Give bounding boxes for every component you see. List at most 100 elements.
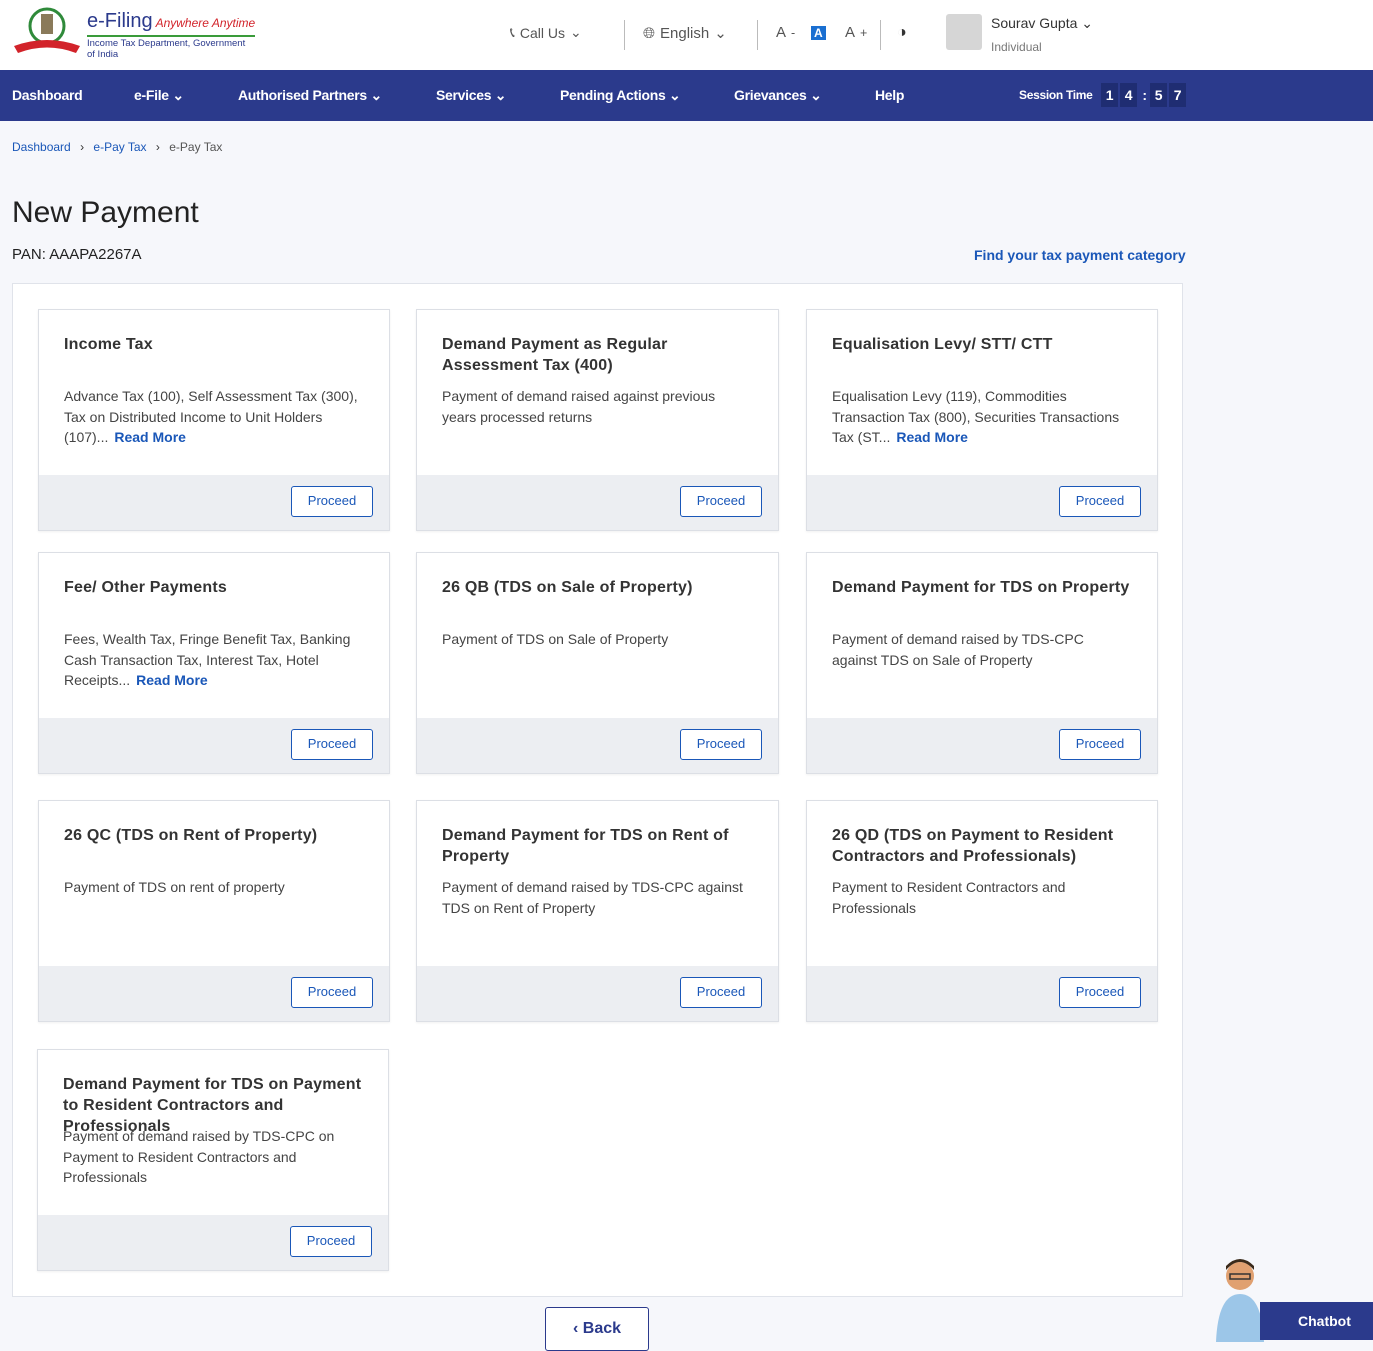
default-font-icon[interactable]: A [811, 26, 826, 40]
card-description: Payment to Resident Contractors and Prof… [832, 879, 1066, 916]
card-title: 26 QC (TDS on Rent of Property) [64, 827, 318, 844]
card-footer: Proceed [39, 966, 389, 1021]
session-digit: 5 [1150, 83, 1167, 107]
card-title: Fee/ Other Payments [64, 579, 227, 596]
card-description: Payment of TDS on rent of property [64, 879, 285, 895]
user-menu[interactable]: Sourav Gupta ⌄ [991, 15, 1093, 32]
find-category-link[interactable]: Find your tax payment category [974, 247, 1186, 263]
avatar[interactable] [946, 14, 982, 50]
brand-tagline: Anywhere Anytime [155, 16, 256, 30]
read-more-link[interactable]: Read More [896, 429, 968, 445]
breadcrumb-dashboard[interactable]: Dashboard [12, 140, 71, 154]
main-nav: Dashboard e-File ⌄ Authorised Partners ⌄… [0, 70, 1373, 121]
card-footer: Proceed [807, 475, 1157, 530]
payment-card: Equalisation Levy/ STT/ CTT Equalisation… [806, 309, 1158, 531]
payment-card: 26 QB (TDS on Sale of Property) Payment … [416, 552, 779, 774]
brand-name: e-Filing [87, 10, 153, 32]
read-more-link[interactable]: Read More [114, 429, 186, 445]
nav-dashboard[interactable]: Dashboard [12, 87, 83, 103]
call-us-label: Call Us [519, 24, 566, 41]
proceed-button[interactable]: Proceed [291, 729, 373, 760]
proceed-button[interactable]: Proceed [1059, 486, 1141, 517]
language-label: English [660, 24, 710, 42]
read-more-link[interactable]: Read More [136, 672, 208, 688]
proceed-button[interactable]: Proceed [291, 977, 373, 1008]
card-footer: Proceed [807, 966, 1157, 1021]
payment-card: 26 QD (TDS on Payment to Resident Contra… [806, 800, 1158, 1022]
globe-icon: 🌐︎ [643, 24, 656, 42]
card-description: Payment of demand raised by TDS-CPC on P… [63, 1128, 335, 1185]
payment-card: Demand Payment for TDS on Payment to Res… [37, 1049, 389, 1271]
back-button[interactable]: ‹ Back [545, 1307, 649, 1351]
payment-card: 26 QC (TDS on Rent of Property) Payment … [38, 800, 390, 1022]
contrast-icon[interactable]: ◑ [897, 24, 907, 42]
card-footer: Proceed [417, 475, 778, 530]
session-digit: 4 [1120, 83, 1137, 107]
proceed-button[interactable]: Proceed [680, 486, 762, 517]
nav-services[interactable]: Services ⌄ [436, 87, 507, 104]
card-title: Equalisation Levy/ STT/ CTT [832, 336, 1053, 353]
payment-card: Demand Payment for TDS on Property Payme… [806, 552, 1158, 774]
payment-card: Income Tax Advance Tax (100), Self Asses… [38, 309, 390, 531]
chatbot-button[interactable]: Chatbot [1260, 1302, 1373, 1340]
card-title: 26 QB (TDS on Sale of Property) [442, 579, 693, 596]
divider [880, 20, 881, 50]
decrease-font-icon[interactable]: A- [776, 24, 795, 41]
payment-card: Demand Payment as Regular Assessment Tax… [416, 309, 779, 531]
language-dropdown[interactable]: 🌐︎ English ⌄ [643, 24, 727, 43]
proceed-button[interactable]: Proceed [291, 486, 373, 517]
nav-efile[interactable]: e-File ⌄ [134, 87, 184, 104]
proceed-button[interactable]: Proceed [1059, 977, 1141, 1008]
chatbot-avatar-icon[interactable] [1208, 1254, 1268, 1342]
breadcrumb-current: e-Pay Tax [169, 140, 223, 154]
card-description: Equalisation Levy (119), Commodities Tra… [832, 388, 1120, 445]
card-description: Fees, Wealth Tax, Fringe Benefit Tax, Ba… [64, 631, 351, 688]
top-header: e-Filing Anywhere Anytime Income Tax Depa… [0, 0, 1373, 70]
nav-grievances[interactable]: Grievances ⌄ [734, 87, 822, 104]
pan-number: PAN: AAAPA2267A [12, 246, 142, 263]
card-description: Payment of demand raised against previou… [442, 388, 716, 425]
chevron-left-icon: ‹ [572, 1320, 579, 1337]
nav-help[interactable]: Help [875, 87, 904, 103]
proceed-button[interactable]: Proceed [290, 1226, 372, 1257]
card-description: Payment of demand raised by TDS-CPC agai… [442, 879, 743, 916]
nav-authorised-partners[interactable]: Authorised Partners ⌄ [238, 87, 382, 104]
user-name: Sourav Gupta [991, 15, 1078, 31]
card-title: Demand Payment as Regular Assessment Tax… [442, 336, 668, 374]
chevron-down-icon: ⌄ [570, 24, 582, 40]
session-digit: 7 [1169, 83, 1186, 107]
card-footer: Proceed [417, 966, 778, 1021]
call-us-dropdown[interactable]: 📞︎ Call Us ⌄ [510, 24, 582, 41]
proceed-button[interactable]: Proceed [1059, 729, 1141, 760]
page-title: New Payment [12, 196, 199, 229]
emblem-logo [14, 7, 80, 53]
back-label: Back [582, 1320, 622, 1337]
card-footer: Proceed [39, 475, 389, 530]
card-description: Payment of TDS on Sale of Property [442, 631, 669, 647]
card-footer: Proceed [417, 718, 778, 773]
brand[interactable]: e-Filing Anywhere Anytime Income Tax Depa… [87, 10, 255, 60]
card-description: Payment of demand raised by TDS-CPC agai… [832, 631, 1084, 668]
breadcrumb: Dashboard › e-Pay Tax › e-Pay Tax [12, 140, 223, 154]
payment-card: Fee/ Other Payments Fees, Wealth Tax, Fr… [38, 552, 390, 774]
card-footer: Proceed [38, 1215, 388, 1270]
breadcrumb-epay-tax[interactable]: e-Pay Tax [93, 140, 146, 154]
nav-pending-actions[interactable]: Pending Actions ⌄ [560, 87, 681, 104]
user-role: Individual [991, 40, 1042, 54]
card-title: Income Tax [64, 336, 153, 353]
chevron-down-icon: ⌄ [714, 25, 727, 42]
card-title: Demand Payment for TDS on Property [832, 579, 1130, 596]
session-time-label: Session Time [1019, 88, 1093, 102]
proceed-button[interactable]: Proceed [680, 729, 762, 760]
phone-icon: 📞︎ [510, 24, 515, 40]
divider [757, 20, 758, 50]
session-digit: 1 [1101, 83, 1118, 107]
card-title: 26 QD (TDS on Payment to Resident Contra… [832, 827, 1114, 865]
payment-card: Demand Payment for TDS on Rent of Proper… [416, 800, 779, 1022]
proceed-button[interactable]: Proceed [680, 977, 762, 1008]
increase-font-icon[interactable]: A + [845, 24, 867, 41]
card-footer: Proceed [39, 718, 389, 773]
brand-dept: Income Tax Department, Government of Ind… [87, 35, 255, 60]
chevron-down-icon: ⌄ [1081, 15, 1094, 31]
card-footer: Proceed [807, 718, 1157, 773]
